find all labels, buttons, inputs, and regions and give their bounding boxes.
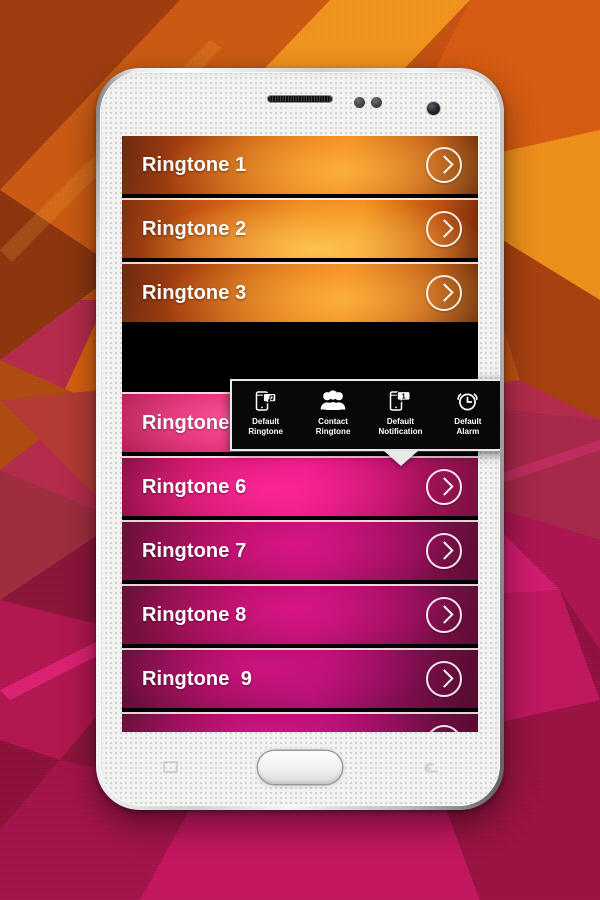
phone-device-frame: Ringtone 1 Ringtone 2 Ringtone 3 Rington… bbox=[96, 68, 504, 810]
menu-item-label: Default Ringtone bbox=[248, 417, 284, 436]
ringtone-label: Ringtone 8 bbox=[142, 603, 247, 626]
ringtone-label: Ringtone 3 bbox=[142, 281, 247, 304]
ringtone-label: Ringtone 2 bbox=[142, 217, 247, 240]
phone-front-panel: Ringtone 1 Ringtone 2 Ringtone 3 Rington… bbox=[100, 72, 500, 806]
two-people-icon bbox=[320, 387, 346, 414]
light-sensor-icon bbox=[371, 97, 382, 108]
list-item[interactable]: Ringtone 14 bbox=[122, 712, 478, 732]
list-item[interactable]: Ringtone 8 bbox=[122, 584, 478, 644]
ringtone-action-popup[interactable]: Default Ringtone Contact Ringtone 1 Defa… bbox=[230, 379, 500, 451]
ringtone-label: Ringtone 14 bbox=[142, 732, 258, 733]
front-camera-icon bbox=[427, 102, 440, 115]
back-key-icon[interactable] bbox=[421, 763, 438, 773]
menu-item-default-alarm[interactable]: Default Alarm bbox=[437, 387, 499, 436]
chevron-right-icon[interactable] bbox=[426, 533, 462, 569]
list-item[interactable]: Ringtone 3 bbox=[122, 262, 478, 322]
ringtone-label: Ringtone 1 bbox=[142, 153, 247, 176]
menu-item-default-notification[interactable]: 1 Default Notification bbox=[369, 387, 431, 436]
list-item[interactable]: Ringtone 1 bbox=[122, 136, 478, 194]
list-item[interactable]: Ringtone 7 bbox=[122, 520, 478, 580]
home-button[interactable] bbox=[258, 751, 342, 784]
chevron-right-icon[interactable] bbox=[426, 211, 462, 247]
chevron-right-icon[interactable] bbox=[426, 661, 462, 697]
proximity-sensor-icon bbox=[354, 97, 365, 108]
chevron-right-icon[interactable] bbox=[426, 597, 462, 633]
ringtone-label: Ringtone 6 bbox=[142, 475, 247, 498]
phone-badge-one-icon: 1 bbox=[388, 387, 412, 414]
menu-item-label: Default Alarm bbox=[454, 417, 482, 436]
menu-item-contact-ringtone[interactable]: Contact Ringtone bbox=[302, 387, 364, 436]
chevron-right-icon[interactable] bbox=[426, 147, 462, 183]
recents-key-icon[interactable] bbox=[163, 761, 178, 773]
menu-item-label: Contact Ringtone bbox=[315, 417, 351, 436]
phone-music-note-icon bbox=[254, 387, 278, 414]
ringtone-label: Ringtone 7 bbox=[142, 539, 247, 562]
menu-item-label: Default Notification bbox=[378, 417, 423, 436]
list-item[interactable]: Ringtone 6 bbox=[122, 456, 478, 516]
chevron-right-icon[interactable] bbox=[426, 469, 462, 505]
chevron-right-icon[interactable] bbox=[426, 725, 462, 732]
chevron-right-icon[interactable] bbox=[426, 275, 462, 311]
popup-pointer-arrow bbox=[384, 451, 418, 466]
menu-item-default-ringtone[interactable]: Default Ringtone bbox=[235, 387, 297, 436]
list-item[interactable]: Ringtone 2 bbox=[122, 198, 478, 258]
list-item[interactable]: Ringtone 9 bbox=[122, 648, 478, 708]
alarm-clock-icon bbox=[455, 387, 480, 414]
ringtone-label: Ringtone 9 bbox=[142, 667, 252, 690]
earpiece-speaker-icon bbox=[267, 95, 333, 103]
